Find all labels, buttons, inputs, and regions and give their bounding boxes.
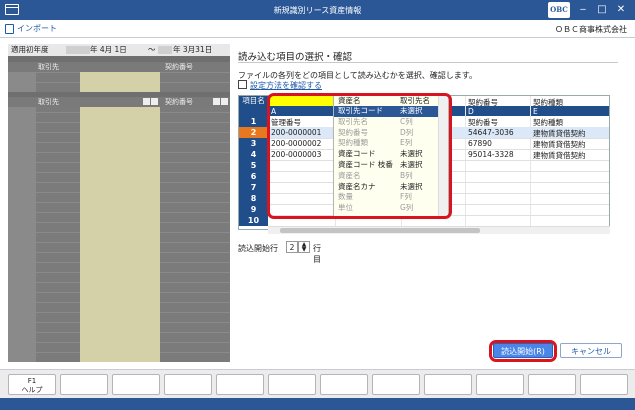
year-from-field[interactable] bbox=[66, 46, 90, 54]
function-key[interactable] bbox=[320, 374, 368, 395]
hscroll-thumb[interactable] bbox=[280, 228, 480, 233]
minimize-button[interactable]: ‒ bbox=[576, 3, 590, 17]
lower-grid-header: 取引先 契約番号 bbox=[8, 97, 230, 107]
start-row-value[interactable]: 2 bbox=[286, 241, 298, 253]
start-row-control: 読込開始行 2 ▲ ▼ 行目 bbox=[238, 241, 321, 264]
start-row-unit: 行目 bbox=[313, 244, 321, 264]
function-key[interactable] bbox=[268, 374, 316, 395]
left-panel: 適用初年度 年 4月 1日 〜 年 3月31日 取引先 契約番号 取引先 契約番… bbox=[8, 44, 230, 362]
close-button[interactable]: ✕ bbox=[614, 3, 628, 17]
obc-logo: OBC bbox=[548, 2, 570, 18]
header-contract-no-2: 契約番号 bbox=[165, 98, 193, 106]
col-letter-d: D bbox=[468, 107, 474, 116]
upper-grid-header: 取引先 契約番号 bbox=[8, 62, 230, 72]
title-bar: 新規識別リース資産情報 OBC ‒ □ ✕ bbox=[0, 0, 635, 20]
window-title: 新規識別リース資産情報 bbox=[273, 6, 362, 15]
grid-cell[interactable]: 54647-3036 bbox=[465, 128, 530, 137]
grid-corner-header: 項目名 bbox=[239, 96, 268, 106]
row-number[interactable]: 2 bbox=[239, 127, 268, 138]
status-bar bbox=[0, 398, 635, 410]
header-vendor: 取引先 bbox=[38, 63, 59, 71]
company-name: ＯＢＣ商事株式会社 bbox=[555, 25, 627, 34]
maximize-button[interactable]: □ bbox=[595, 3, 609, 17]
grid-cell[interactable]: 95014-3328 bbox=[465, 150, 530, 159]
panel-title: 読み込む項目の選択・確認 bbox=[238, 52, 353, 63]
edit-icon[interactable] bbox=[143, 98, 150, 105]
date-from: 年 4月 1日 bbox=[90, 45, 127, 54]
row-number[interactable]: 3 bbox=[239, 138, 268, 149]
function-key-code bbox=[61, 375, 107, 377]
function-key-label: ヘルプ bbox=[21, 386, 43, 394]
function-key-code bbox=[477, 375, 523, 377]
function-key[interactable] bbox=[580, 374, 628, 395]
function-key-code bbox=[269, 375, 315, 377]
grid-cell[interactable]: 建物賃貸借契約 bbox=[530, 139, 609, 150]
year-to-field[interactable] bbox=[158, 46, 172, 54]
function-key-code bbox=[321, 375, 367, 377]
header-vendor-2: 取引先 bbox=[38, 98, 59, 106]
filter-icon-2[interactable] bbox=[221, 98, 228, 105]
function-key[interactable] bbox=[112, 374, 160, 395]
help-link-label: 設定方法を確認する bbox=[250, 81, 322, 90]
import-button[interactable]: インポート bbox=[5, 23, 57, 35]
function-key-code: F1 bbox=[27, 377, 37, 385]
function-key[interactable] bbox=[424, 374, 472, 395]
function-key[interactable] bbox=[216, 374, 264, 395]
toolbar: インポート ＯＢＣ商事株式会社 bbox=[0, 20, 635, 38]
import-icon bbox=[5, 24, 14, 34]
highlight-dropdown bbox=[267, 93, 452, 219]
function-key-code bbox=[113, 375, 159, 377]
grid-cell[interactable]: 67890 bbox=[465, 139, 530, 148]
function-key[interactable]: F1 ヘルプ bbox=[8, 374, 56, 395]
import-label: インポート bbox=[17, 24, 57, 33]
function-key[interactable] bbox=[476, 374, 524, 395]
function-key[interactable] bbox=[528, 374, 576, 395]
function-key-code bbox=[217, 375, 263, 377]
grid-cell[interactable]: 建物賃貸借契約 bbox=[530, 128, 609, 139]
header-contract-no: 契約番号 bbox=[165, 63, 193, 71]
row-number[interactable]: 9 bbox=[239, 204, 268, 215]
row-number[interactable]: 4 bbox=[239, 149, 268, 160]
function-key[interactable] bbox=[60, 374, 108, 395]
start-row-label: 読込開始行 bbox=[238, 244, 278, 253]
row-number[interactable]: 6 bbox=[239, 171, 268, 182]
date-tilde: 〜 bbox=[148, 45, 156, 54]
function-key-code bbox=[529, 375, 575, 377]
row-number[interactable]: 1 bbox=[239, 116, 268, 127]
function-key-bar: F1 ヘルプ bbox=[0, 369, 635, 398]
function-key-code bbox=[373, 375, 419, 377]
grid-hscrollbar[interactable] bbox=[268, 226, 610, 234]
function-key-code bbox=[425, 375, 471, 377]
row-number[interactable]: 7 bbox=[239, 182, 268, 193]
help-link[interactable]: 設定方法を確認する bbox=[238, 80, 322, 91]
upper-grid-body bbox=[8, 72, 230, 92]
date-to: 年 3月31日 bbox=[173, 45, 213, 54]
lower-grid-body bbox=[8, 107, 230, 362]
filter-icon[interactable] bbox=[151, 98, 158, 105]
function-key-code bbox=[165, 375, 211, 377]
cancel-button[interactable]: キャンセル bbox=[560, 343, 622, 358]
start-import-button[interactable]: 読込開始(R) bbox=[493, 343, 553, 358]
title-divider bbox=[238, 62, 618, 63]
row-number[interactable]: 8 bbox=[239, 193, 268, 204]
grid-cell[interactable]: 建物賃貸借契約 bbox=[530, 150, 609, 161]
start-row-spinner[interactable]: ▲ ▼ bbox=[298, 241, 310, 253]
fiscal-year-label: 適用初年度 bbox=[11, 45, 49, 54]
function-key-code bbox=[581, 375, 627, 377]
function-key[interactable] bbox=[372, 374, 420, 395]
row-number[interactable]: 5 bbox=[239, 160, 268, 171]
edit-icon-2[interactable] bbox=[213, 98, 220, 105]
fiscal-year-row: 適用初年度 年 4月 1日 〜 年 3月31日 bbox=[8, 44, 230, 56]
edit-note-icon bbox=[238, 80, 247, 89]
row-number[interactable]: 10 bbox=[239, 215, 268, 226]
col-letter-e: E bbox=[533, 107, 538, 116]
function-key[interactable] bbox=[164, 374, 212, 395]
